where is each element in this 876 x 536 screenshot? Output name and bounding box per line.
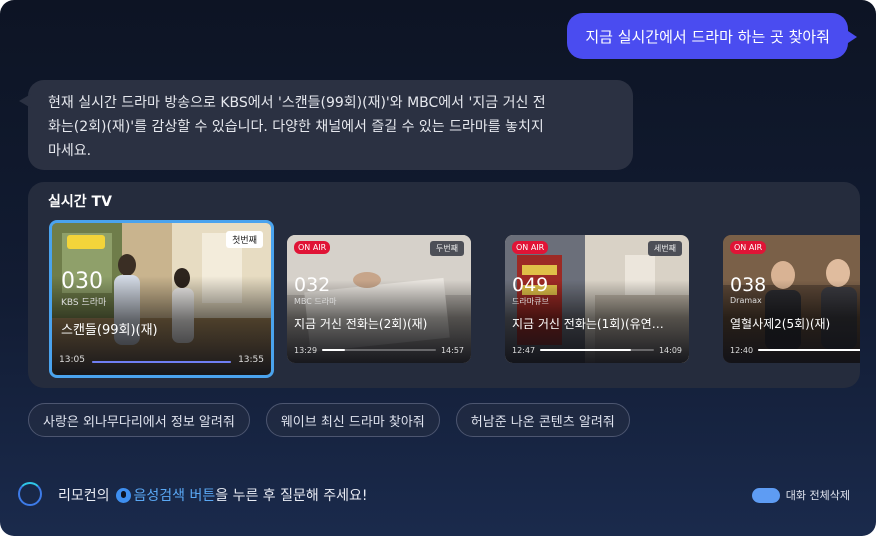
start-time: 12:40 xyxy=(730,346,754,355)
user-message-text: 지금 실시간에서 드라마 하는 곳 찾아줘 xyxy=(585,27,830,46)
program-title: 지금 거신 전화는(1회)(유연… xyxy=(512,317,664,331)
on-air-badge: ON AIR xyxy=(730,241,767,254)
channel-name: 드라마큐브 xyxy=(512,297,549,306)
suggestion-chip[interactable]: 웨이브 최신 드라마 찾아줘 xyxy=(265,403,440,437)
voice-search-button-label: 음성검색 버튼 xyxy=(133,488,216,504)
live-tv-title: 실시간 TV xyxy=(48,194,112,210)
channel-card-kbs-drama[interactable]: 첫번째 030 KBS 드라마 스캔들(99회)(재) 13:05 13:55 xyxy=(49,220,274,378)
channel-card-drama-cube[interactable]: ON AIR 세번째 049 드라마큐브 지금 거신 전화는(1회)(유연… 1… xyxy=(505,235,689,363)
channel-number: 032 xyxy=(294,274,331,296)
progress-fill xyxy=(758,349,860,351)
microphone-icon xyxy=(115,487,131,503)
listening-indicator-icon xyxy=(18,482,42,506)
assistant-message-line: 마세요. xyxy=(48,143,92,159)
progress-bar xyxy=(758,349,860,351)
progress-bar xyxy=(540,349,654,351)
suggestion-chip[interactable]: 허남준 나온 콘텐츠 알려줘 xyxy=(455,403,630,437)
progress-fill xyxy=(92,361,231,363)
end-time: 13:55 xyxy=(238,355,264,365)
channel-number: 038 xyxy=(730,274,767,296)
start-time: 12:47 xyxy=(512,346,536,355)
suggestion-chip[interactable]: 사랑은 외나무다리에서 정보 알려줘 xyxy=(28,403,250,437)
bubble-tail xyxy=(845,29,857,45)
channel-number: 049 xyxy=(512,274,549,296)
end-time: 14:57 xyxy=(440,346,464,355)
channel-card-dramax[interactable]: ON AIR 038 Dramax 열혈사제2(5회)(재) 12:40 xyxy=(723,235,860,363)
end-time: 14:09 xyxy=(658,346,682,355)
order-badge: 두번째 xyxy=(429,241,464,256)
on-air-badge: ON AIR xyxy=(294,241,331,254)
assistant-message-bubble: 현재 실시간 드라마 방송으로 KBS에서 '스캔들(99회)(재)'와 MBC… xyxy=(19,80,633,170)
on-air-badge: ON AIR xyxy=(512,241,549,254)
voice-guide-suffix: 을 누른 후 질문해 주세요! xyxy=(215,488,368,504)
channel-name: Dramax xyxy=(730,296,762,305)
channel-number: 030 xyxy=(61,269,103,294)
program-title: 지금 거신 전화는(2회)(재) xyxy=(294,317,428,331)
start-time: 13:29 xyxy=(294,346,318,355)
progress-bar xyxy=(322,349,436,351)
order-badge: 첫번째 xyxy=(226,231,263,248)
order-badge: 세번째 xyxy=(647,241,682,256)
assistant-message-line: 화는(2회)(재)'를 감상할 수 있습니다. 다양한 채널에서 즐길 수 있는… xyxy=(48,119,544,135)
delete-all-label: 대화 전체삭제 xyxy=(785,489,850,502)
progress-fill xyxy=(322,349,345,351)
voice-guide-prefix: 리모컨의 xyxy=(58,488,110,504)
program-title: 열혈사제2(5회)(재) xyxy=(730,317,831,331)
live-tv-panel: 실시간 TV 첫번째 030 KBS 드라마 스캔들(99회)(재) 13:05… xyxy=(28,182,860,388)
delete-all-button[interactable]: 대화 전체삭제 xyxy=(751,487,850,503)
bubble-tail xyxy=(19,94,31,108)
start-time: 13:05 xyxy=(59,355,85,365)
program-title: 스캔들(99회)(재) xyxy=(61,323,158,338)
progress-bar xyxy=(92,361,231,363)
channel-name: MBC 드라마 xyxy=(294,297,337,306)
voice-assistant-screen: 지금 실시간에서 드라마 하는 곳 찾아줘 현재 실시간 드라마 방송으로 KB… xyxy=(0,0,876,536)
suggestion-chips: 사랑은 외나무다리에서 정보 알려줘 웨이브 최신 드라마 찾아줘 허남준 나온… xyxy=(28,403,630,437)
channel-name: KBS 드라마 xyxy=(61,298,107,308)
assistant-message-line: 현재 실시간 드라마 방송으로 KBS에서 '스캔들(99회)(재)'와 MBC… xyxy=(48,95,546,111)
delete-pill-icon xyxy=(751,487,780,503)
user-message-bubble: 지금 실시간에서 드라마 하는 곳 찾아줘 xyxy=(567,13,857,59)
voice-guide-text: 리모컨의 음성검색 버튼 을 누른 후 질문해 주세요! xyxy=(58,485,367,505)
channel-card-mbc-drama[interactable]: ON AIR 두번째 032 MBC 드라마 지금 거신 전화는(2회)(재) … xyxy=(287,235,471,363)
progress-fill xyxy=(540,349,632,351)
